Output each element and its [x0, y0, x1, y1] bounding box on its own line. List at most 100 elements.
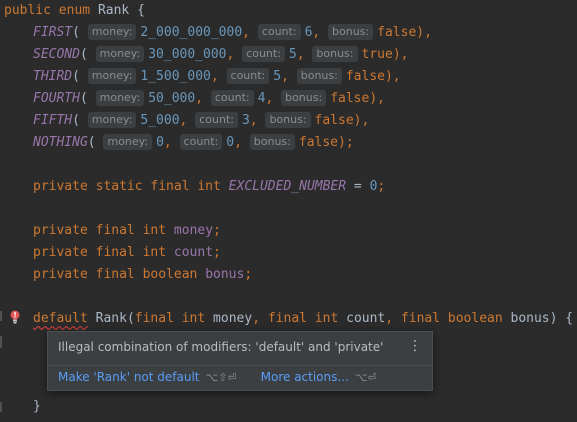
- excluded-name: EXCLUDED_NUMBER: [228, 179, 347, 194]
- constant-terminator: ),: [353, 113, 370, 128]
- money-value: 5_000: [140, 113, 180, 128]
- enum-constant-name: FOURTH: [33, 91, 80, 106]
- field-modifiers: private final int: [33, 223, 167, 238]
- param-modifiers: final int: [267, 311, 339, 326]
- divider: [48, 365, 432, 366]
- enum-constant-line: NOTHING( money: 0, count: 0, bonus: false);: [33, 134, 354, 150]
- constant-terminator: ),: [392, 47, 409, 62]
- closing-brace: }: [33, 399, 41, 414]
- semicolon: ;: [244, 267, 253, 282]
- bonus-value: false: [298, 135, 339, 150]
- field-line-count: private final int count;: [33, 242, 221, 264]
- constant-terminator: ),: [416, 25, 432, 40]
- more-options-icon[interactable]: ⋮: [408, 338, 422, 354]
- keyword-enum: enum: [58, 3, 91, 18]
- param-hint-count: count:: [210, 90, 254, 106]
- param-hint-count: count:: [226, 68, 270, 84]
- field-line-money: private final int money;: [33, 220, 221, 242]
- param-hint-bonus: bonus:: [281, 90, 327, 106]
- field-name: money: [173, 223, 214, 238]
- param-hint-money: money:: [87, 68, 137, 84]
- field-line-bonus: private final boolean bonus;: [33, 264, 252, 286]
- make-not-default-shortcut: ⌥⇧⏎: [205, 371, 237, 384]
- constant-terminator: ),: [369, 91, 385, 106]
- make-not-default-link[interactable]: Make 'Rank' not default: [58, 370, 200, 384]
- enum-name: Rank: [97, 3, 130, 18]
- equals-sign: =: [353, 179, 362, 194]
- gutter-marker: [0, 336, 2, 348]
- param-hint-count: count:: [179, 134, 223, 150]
- money-value: 2_000_000_000: [140, 25, 243, 40]
- field-modifiers: private final boolean: [33, 267, 198, 282]
- param-hint-bonus: bonus:: [249, 134, 295, 150]
- param-name: count: [346, 311, 386, 326]
- money-value: 30_000_000: [148, 47, 227, 62]
- open-paren: (: [126, 311, 135, 326]
- bonus-value: false: [377, 25, 417, 40]
- open-brace: {: [137, 3, 145, 18]
- bonus-value: false: [330, 91, 370, 106]
- param-hint-count: count:: [257, 24, 301, 40]
- money-value: 50_000: [148, 91, 196, 106]
- enum-constant-line: FIFTH( money: 5_000, count: 3, bonus: false…: [33, 112, 370, 128]
- param-hint-bonus: bonus:: [296, 68, 342, 84]
- code-editor[interactable]: public enum Rank { FIRST( money: 2_000_00…: [0, 0, 577, 422]
- count-value: 5: [288, 47, 297, 62]
- error-bulb-icon[interactable]: [9, 309, 21, 325]
- constant-terminator: );: [338, 135, 354, 150]
- more-actions-shortcut: ⌥⏎: [354, 371, 377, 384]
- enum-constant-name: FIFTH: [33, 113, 73, 128]
- semicolon: ;: [377, 179, 386, 194]
- enum-constant-line: FOURTH( money: 50_000, count: 4, bonus: fal…: [33, 90, 385, 106]
- field-name: bonus: [205, 267, 245, 282]
- count-value: 3: [241, 113, 250, 128]
- bonus-value: false: [345, 69, 385, 84]
- param-hint-money: money:: [103, 134, 153, 150]
- enum-constant-line: FIRST( money: 2_000_000_000, count: 6, bon…: [33, 24, 432, 40]
- error-message: Illegal combination of modifiers: 'defau…: [58, 340, 384, 354]
- bonus-value: true: [361, 47, 393, 62]
- keyword-public: public: [4, 3, 51, 18]
- error-tooltip-popup: Illegal combination of modifiers: 'defau…: [47, 331, 433, 391]
- more-actions-link[interactable]: More actions...: [261, 370, 349, 384]
- semicolon: ;: [213, 245, 221, 260]
- gutter-marker: [0, 311, 2, 321]
- gutter-marker: [0, 402, 2, 412]
- enum-constant-line: SECOND( money: 30_000_000, count: 5, bonus…: [33, 46, 409, 62]
- param-hint-money: money:: [87, 24, 137, 40]
- param-hint-bonus: bonus:: [328, 24, 374, 40]
- param-hint-bonus: bonus:: [312, 46, 358, 62]
- param-hint-money: money:: [95, 46, 145, 62]
- bonus-value: false: [314, 113, 354, 128]
- enum-constant-name: THIRD: [33, 69, 73, 84]
- constructor-name: Rank: [95, 311, 127, 326]
- param-hint-money: money:: [95, 90, 145, 106]
- param-name: money: [213, 311, 253, 326]
- semicolon: ;: [213, 223, 221, 238]
- quick-fix-actions: Make 'Rank' not default ⌥⇧⏎ More actions..…: [58, 370, 401, 384]
- constant-terminator: ),: [384, 69, 401, 84]
- money-value: 1_500_000: [140, 69, 211, 84]
- count-value: 0: [226, 135, 235, 150]
- excluded-number-line: private static final int EXCLUDED_NUMBER…: [33, 176, 385, 198]
- param-hint-count: count:: [195, 112, 238, 128]
- enum-constant-name: SECOND: [33, 47, 80, 62]
- field-name: count: [173, 245, 214, 260]
- param-name: bonus: [510, 311, 550, 326]
- enum-constant-name: NOTHING: [33, 135, 88, 150]
- param-hint-count: count:: [242, 46, 285, 62]
- param-modifiers: final int: [134, 311, 206, 326]
- param-hint-bonus: bonus:: [265, 112, 311, 128]
- enum-declaration-line: public enum Rank {: [4, 0, 145, 22]
- constructor-line: default Rank(final int money, final int …: [33, 311, 574, 326]
- excluded-modifiers: private static final int: [33, 179, 221, 194]
- field-modifiers: private final int: [33, 245, 167, 260]
- money-value: 0: [156, 135, 164, 150]
- close-paren-brace: ) {: [549, 311, 574, 326]
- count-value: 5: [273, 69, 282, 84]
- param-hint-money: money:: [87, 112, 137, 128]
- param-modifiers: final boolean: [400, 311, 503, 326]
- enum-constant-name: FIRST: [33, 25, 73, 40]
- enum-constant-line: THIRD( money: 1_500_000, count: 5, bonus: f…: [33, 68, 401, 84]
- default-keyword-error[interactable]: default: [33, 311, 88, 326]
